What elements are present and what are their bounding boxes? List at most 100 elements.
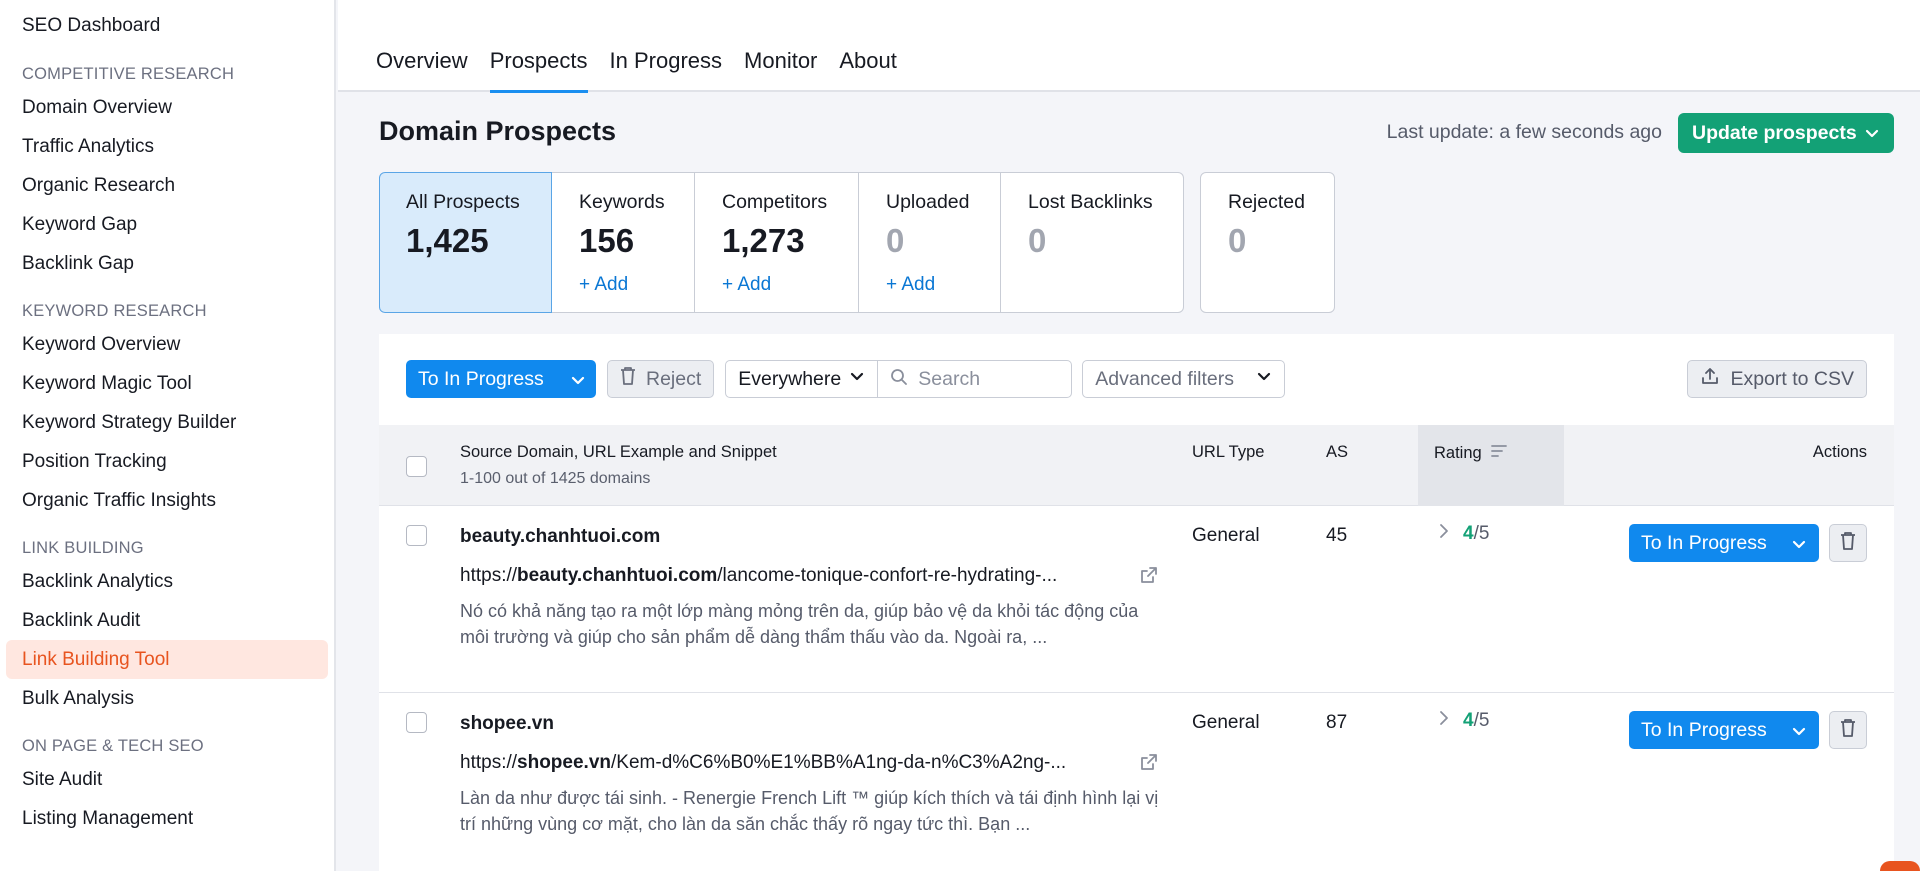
trash-icon [1840, 718, 1856, 743]
prospects-panel: To In Progress Reject Everywhere Search … [379, 334, 1894, 871]
row-to-in-progress-button[interactable]: To In Progress [1629, 711, 1819, 749]
card-label: Rejected [1228, 191, 1305, 213]
row-reject-button[interactable] [1829, 711, 1867, 749]
sidebar: SEO Dashboard COMPETITIVE RESEARCH Domai… [0, 0, 336, 871]
tab-monitor[interactable]: Monitor [733, 48, 828, 92]
row-checkbox[interactable] [406, 712, 427, 733]
card-keywords[interactable]: Keywords 156 + Add [552, 172, 695, 313]
rating-value: 4 [1463, 710, 1474, 731]
row-as: 87 [1326, 712, 1348, 733]
card-label: Uploaded [886, 191, 970, 213]
tab-about[interactable]: About [828, 48, 908, 92]
chevron-down-icon [1864, 122, 1880, 150]
row-snippet: Nó có khả năng tạo ra một lớp màng mỏng … [460, 601, 1139, 647]
sidebar-item-domain-overview[interactable]: Domain Overview [0, 88, 334, 127]
row-domain[interactable]: beauty.chanhtuoi.com [460, 526, 660, 548]
sidebar-item-link-building-tool[interactable]: Link Building Tool [6, 640, 328, 679]
row-url-link[interactable]: https://beauty.chanhtuoi.com/lancome-ton… [460, 565, 1125, 587]
add-keywords-link[interactable]: + Add [579, 274, 694, 296]
external-link-icon[interactable] [1139, 565, 1159, 590]
add-competitors-link[interactable]: + Add [722, 274, 858, 296]
card-rejected[interactable]: Rejected 0 [1200, 172, 1335, 313]
card-value: 0 [1028, 222, 1047, 259]
row-rating[interactable]: 4/5 [1439, 710, 1489, 732]
scope-label: Everywhere [738, 367, 842, 390]
card-competitors[interactable]: Competitors 1,273 + Add [695, 172, 859, 313]
row-rating[interactable]: 4/5 [1439, 523, 1489, 545]
row-url-link[interactable]: https://shopee.vn/Kem-d%C6%B0%E1%BB%A1ng… [460, 752, 1125, 774]
update-prospects-button[interactable]: Update prospects [1678, 113, 1894, 153]
add-uploaded-link[interactable]: + Add [886, 274, 1000, 296]
export-csv-button[interactable]: Export to CSV [1687, 360, 1867, 398]
col-url-type-header: URL Type [1192, 443, 1265, 461]
sidebar-item-keyword-overview[interactable]: Keyword Overview [0, 325, 334, 364]
card-label: Keywords [579, 191, 665, 213]
sidebar-item-backlink-audit[interactable]: Backlink Audit [0, 601, 334, 640]
card-label: Competitors [722, 191, 828, 213]
scope-select[interactable]: Everywhere [725, 360, 879, 398]
row-checkbox[interactable] [406, 525, 427, 546]
stat-cards: All Prospects 1,425 Keywords 156 + Add C… [379, 172, 1335, 313]
tab-overview[interactable]: Overview [376, 48, 479, 92]
top-nav: Overview Prospects In Progress Monitor A… [338, 0, 1920, 93]
row-action-label: To In Progress [1641, 531, 1767, 554]
card-lost-backlinks[interactable]: Lost Backlinks 0 [1001, 172, 1184, 313]
row-url-type: General [1192, 712, 1260, 733]
card-uploaded[interactable]: Uploaded 0 + Add [859, 172, 1001, 313]
col-rating-label: Rating [1434, 444, 1482, 462]
row-to-in-progress-button[interactable]: To In Progress [1629, 524, 1819, 562]
to-in-progress-bulk-button[interactable]: To In Progress [406, 360, 596, 398]
sidebar-item-backlink-gap[interactable]: Backlink Gap [0, 244, 334, 283]
sidebar-item-keyword-strategy-builder[interactable]: Keyword Strategy Builder [0, 403, 334, 442]
help-widget-edge[interactable] [1880, 861, 1920, 871]
url-domain: shopee.vn [517, 752, 612, 773]
sidebar-item-position-tracking[interactable]: Position Tracking [0, 442, 334, 481]
sidebar-item-traffic-analytics[interactable]: Traffic Analytics [0, 127, 334, 166]
chevron-right-icon [1439, 710, 1449, 732]
url-path: /Kem-d%C6%B0%E1%BB%A1ng-da-n%C3%A2ng-... [611, 752, 1067, 773]
external-link-icon[interactable] [1139, 752, 1159, 777]
sidebar-item-listing-management[interactable]: Listing Management [0, 799, 334, 838]
url-path: /lancome-tonique-confort-re-hydrating-..… [717, 565, 1058, 586]
row-snippet: Làn da như được tái sinh. - Renergie Fre… [460, 788, 1159, 834]
last-update-text: Last update: a few seconds ago [1386, 121, 1662, 143]
card-value: 1,425 [406, 222, 489, 259]
search-input[interactable] [918, 367, 1059, 391]
card-value: 156 [579, 222, 635, 259]
sort-icon [1490, 443, 1508, 464]
to-in-progress-label: To In Progress [418, 367, 544, 390]
sidebar-item-backlink-analytics[interactable]: Backlink Analytics [0, 562, 334, 601]
row-domain[interactable]: shopee.vn [460, 713, 554, 735]
tab-prospects[interactable]: Prospects [479, 48, 599, 93]
tab-in-progress[interactable]: In Progress [599, 48, 734, 92]
card-value: 0 [1228, 222, 1247, 259]
tab-bar: Overview Prospects In Progress Monitor A… [376, 48, 908, 93]
rating-max: /5 [1473, 710, 1490, 731]
sidebar-item-seo-dashboard[interactable]: SEO Dashboard [0, 8, 334, 44]
export-label: Export to CSV [1730, 367, 1854, 390]
rating-max: /5 [1473, 523, 1490, 544]
row-url-type: General [1192, 525, 1260, 546]
select-all-checkbox[interactable] [406, 456, 427, 477]
table-row: beauty.chanhtuoi.com https://beauty.chan… [379, 506, 1894, 693]
sidebar-item-organic-research[interactable]: Organic Research [0, 166, 334, 205]
col-source-subheader: 1-100 out of 1425 domains [460, 470, 651, 487]
sidebar-item-organic-traffic-insights[interactable]: Organic Traffic Insights [0, 481, 334, 520]
row-reject-button[interactable] [1829, 524, 1867, 562]
sidebar-item-keyword-gap[interactable]: Keyword Gap [0, 205, 334, 244]
sidebar-group-competitive-research: COMPETITIVE RESEARCH [22, 65, 235, 83]
col-rating-header[interactable]: Rating [1434, 443, 1508, 464]
sidebar-item-site-audit[interactable]: Site Audit [0, 760, 334, 799]
col-source-header: Source Domain, URL Example and Snippet [460, 443, 777, 461]
advanced-filters-select[interactable]: Advanced filters [1082, 360, 1286, 398]
row-as: 45 [1326, 525, 1348, 546]
chevron-down-icon [570, 369, 586, 397]
reject-button[interactable]: Reject [607, 360, 715, 398]
card-all-prospects[interactable]: All Prospects 1,425 [379, 172, 552, 313]
sidebar-item-keyword-magic-tool[interactable]: Keyword Magic Tool [0, 364, 334, 403]
row-action-label: To In Progress [1641, 718, 1767, 741]
page-title: Domain Prospects [379, 116, 617, 146]
table-row: shopee.vn https://shopee.vn/Kem-d%C6%B0%… [379, 693, 1894, 871]
search-icon [890, 368, 908, 391]
sidebar-item-bulk-analysis[interactable]: Bulk Analysis [0, 679, 334, 718]
